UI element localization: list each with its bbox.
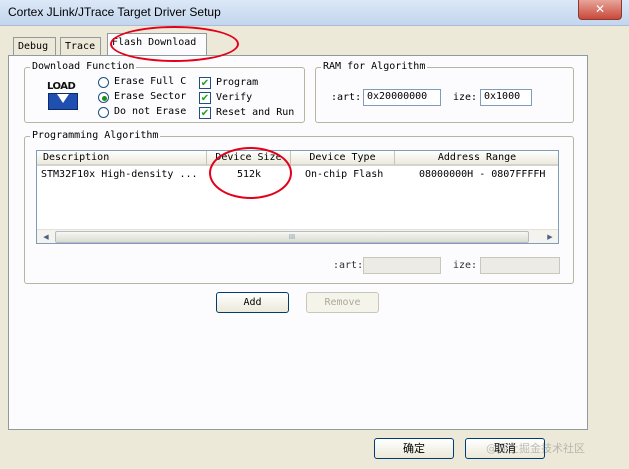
program-checkbox[interactable]: ✔ <box>199 77 211 89</box>
scroll-grip-icon: III <box>288 233 296 241</box>
ram-size-label: ize: <box>453 92 478 103</box>
annotation-circle-flash-tab <box>110 26 239 62</box>
do-not-erase-label: Do not Erase <box>114 106 187 117</box>
ram-group-title: RAM for Algorithm <box>321 61 428 72</box>
close-icon: ✕ <box>594 2 606 16</box>
algorithm-size-label: ize: <box>453 260 478 271</box>
cell-address-range: 08000000H - 0807FFFFH <box>419 169 546 180</box>
erase-sector-label: Erase Sector <box>114 91 187 102</box>
horizontal-scrollbar[interactable]: ◀ III ▶ <box>37 229 558 243</box>
reset-and-run-checkbox[interactable]: ✔ <box>199 107 211 119</box>
tab-label: Trace <box>65 41 96 52</box>
algorithm-start-input[interactable] <box>363 257 441 274</box>
add-button[interactable]: Add <box>216 292 289 313</box>
window-title: Cortex JLink/JTrace Target Driver Setup <box>8 5 221 19</box>
ram-size-input[interactable]: 0x1000 <box>480 89 532 106</box>
reset-and-run-label: Reset and Run <box>216 107 295 118</box>
checkmark-icon: ✔ <box>200 108 210 119</box>
annotation-circle-device-size <box>209 147 292 199</box>
tab-label: Debug <box>18 41 49 52</box>
scroll-thumb[interactable]: III <box>55 231 529 243</box>
tab-debug[interactable]: Debug <box>13 37 56 55</box>
column-address-range[interactable]: Address Range <box>395 151 558 166</box>
remove-button[interactable]: Remove <box>306 292 379 313</box>
scroll-right-icon[interactable]: ▶ <box>543 231 557 243</box>
scroll-left-icon[interactable]: ◀ <box>39 231 53 243</box>
algorithm-size-input[interactable] <box>480 257 560 274</box>
erase-full-chip-label: Erase Full C <box>114 76 187 87</box>
ok-button[interactable]: 确定 <box>374 438 454 459</box>
close-button[interactable]: ✕ <box>578 0 622 20</box>
download-function-title: Download Function <box>30 61 137 72</box>
load-icon-text: LOAD <box>47 81 76 92</box>
cell-description: STM32F10x High-density ... <box>41 169 198 180</box>
verify-label: Verify <box>216 92 253 103</box>
erase-sector-radio[interactable] <box>98 92 109 103</box>
column-description[interactable]: Description <box>37 151 207 166</box>
do-not-erase-radio[interactable] <box>98 107 109 118</box>
checkmark-icon: ✔ <box>200 93 210 104</box>
algorithm-start-label: :art: <box>333 260 364 271</box>
title-bar: Cortex JLink/JTrace Target Driver Setup … <box>0 0 629 26</box>
erase-full-chip-radio[interactable] <box>98 77 109 88</box>
watermark: @掘土掘金技术社区 <box>486 442 585 455</box>
cell-device-type: On-chip Flash <box>305 169 384 180</box>
ram-start-input[interactable]: 0x20000000 <box>363 89 441 106</box>
tab-trace[interactable]: Trace <box>60 37 101 55</box>
programming-algorithm-title: Programming Algorithm <box>30 130 161 141</box>
program-label: Program <box>216 77 259 88</box>
algorithm-list[interactable]: Description Device Size Device Type Addr… <box>36 150 559 244</box>
load-icon: LOAD <box>46 81 80 111</box>
checkmark-icon: ✔ <box>200 78 210 89</box>
ram-start-label: :art: <box>331 92 362 103</box>
column-device-type[interactable]: Device Type <box>291 151 395 166</box>
verify-checkbox[interactable]: ✔ <box>199 92 211 104</box>
table-row[interactable]: STM32F10x High-density ... 512k On-chip … <box>37 167 558 183</box>
